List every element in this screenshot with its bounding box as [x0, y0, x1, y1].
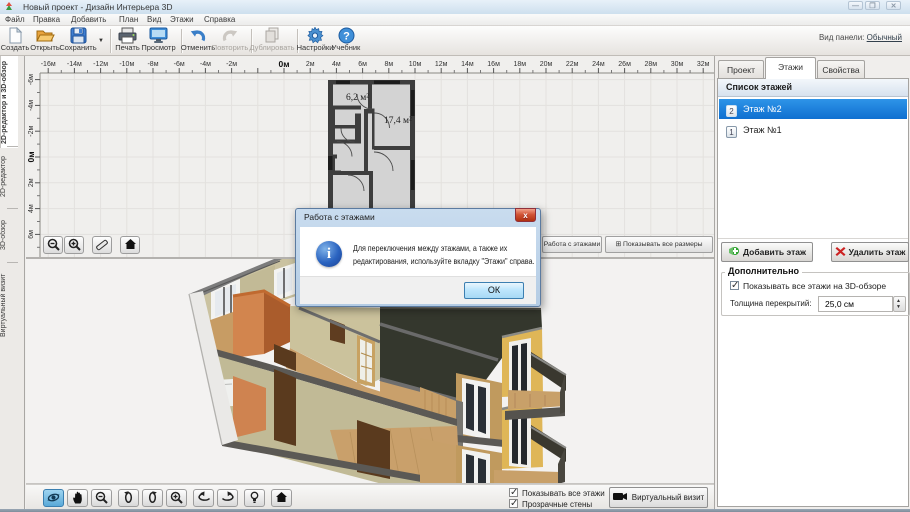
- svg-text:-14м: -14м: [67, 61, 82, 68]
- svg-text:4м: 4м: [332, 61, 341, 68]
- svg-text:-10м: -10м: [119, 61, 134, 68]
- svg-text:26м: 26м: [618, 61, 631, 68]
- svg-text:6,2 м²: 6,2 м²: [346, 93, 369, 103]
- svg-text:16м: 16м: [487, 61, 500, 68]
- svg-text:8м: 8м: [384, 61, 393, 68]
- svg-text:18м: 18м: [513, 61, 526, 68]
- svg-text:0м: 0м: [278, 59, 289, 69]
- svg-text:6м: 6м: [28, 230, 35, 239]
- svg-text:28м: 28м: [644, 61, 657, 68]
- svg-text:-16м: -16м: [41, 61, 56, 68]
- svg-text:-12м: -12м: [93, 61, 108, 68]
- svg-text:12м: 12м: [435, 61, 448, 68]
- svg-text:32м: 32м: [697, 61, 710, 68]
- svg-text:-6м: -6м: [174, 61, 185, 68]
- svg-text:-4м: -4м: [200, 61, 211, 68]
- svg-text:-2м: -2м: [226, 61, 237, 68]
- svg-text:-6м: -6м: [28, 74, 35, 85]
- svg-text:?: ?: [343, 31, 350, 43]
- svg-text:24м: 24м: [592, 61, 605, 68]
- svg-text:-2м: -2м: [28, 125, 35, 136]
- svg-text:17,4 м²: 17,4 м²: [384, 116, 412, 126]
- svg-text:14м: 14м: [461, 61, 474, 68]
- svg-text:20м: 20м: [540, 61, 553, 68]
- svg-text:22м: 22м: [566, 61, 579, 68]
- svg-text:10м: 10м: [409, 61, 422, 68]
- svg-text:-8м: -8м: [147, 61, 158, 68]
- svg-text:0м: 0м: [26, 151, 36, 162]
- svg-text:4м: 4м: [28, 204, 35, 213]
- svg-text:2м: 2м: [28, 178, 35, 187]
- svg-text:-4м: -4м: [28, 100, 35, 111]
- svg-text:2м: 2м: [306, 61, 315, 68]
- svg-text:6м: 6м: [358, 61, 367, 68]
- svg-text:30м: 30м: [671, 61, 684, 68]
